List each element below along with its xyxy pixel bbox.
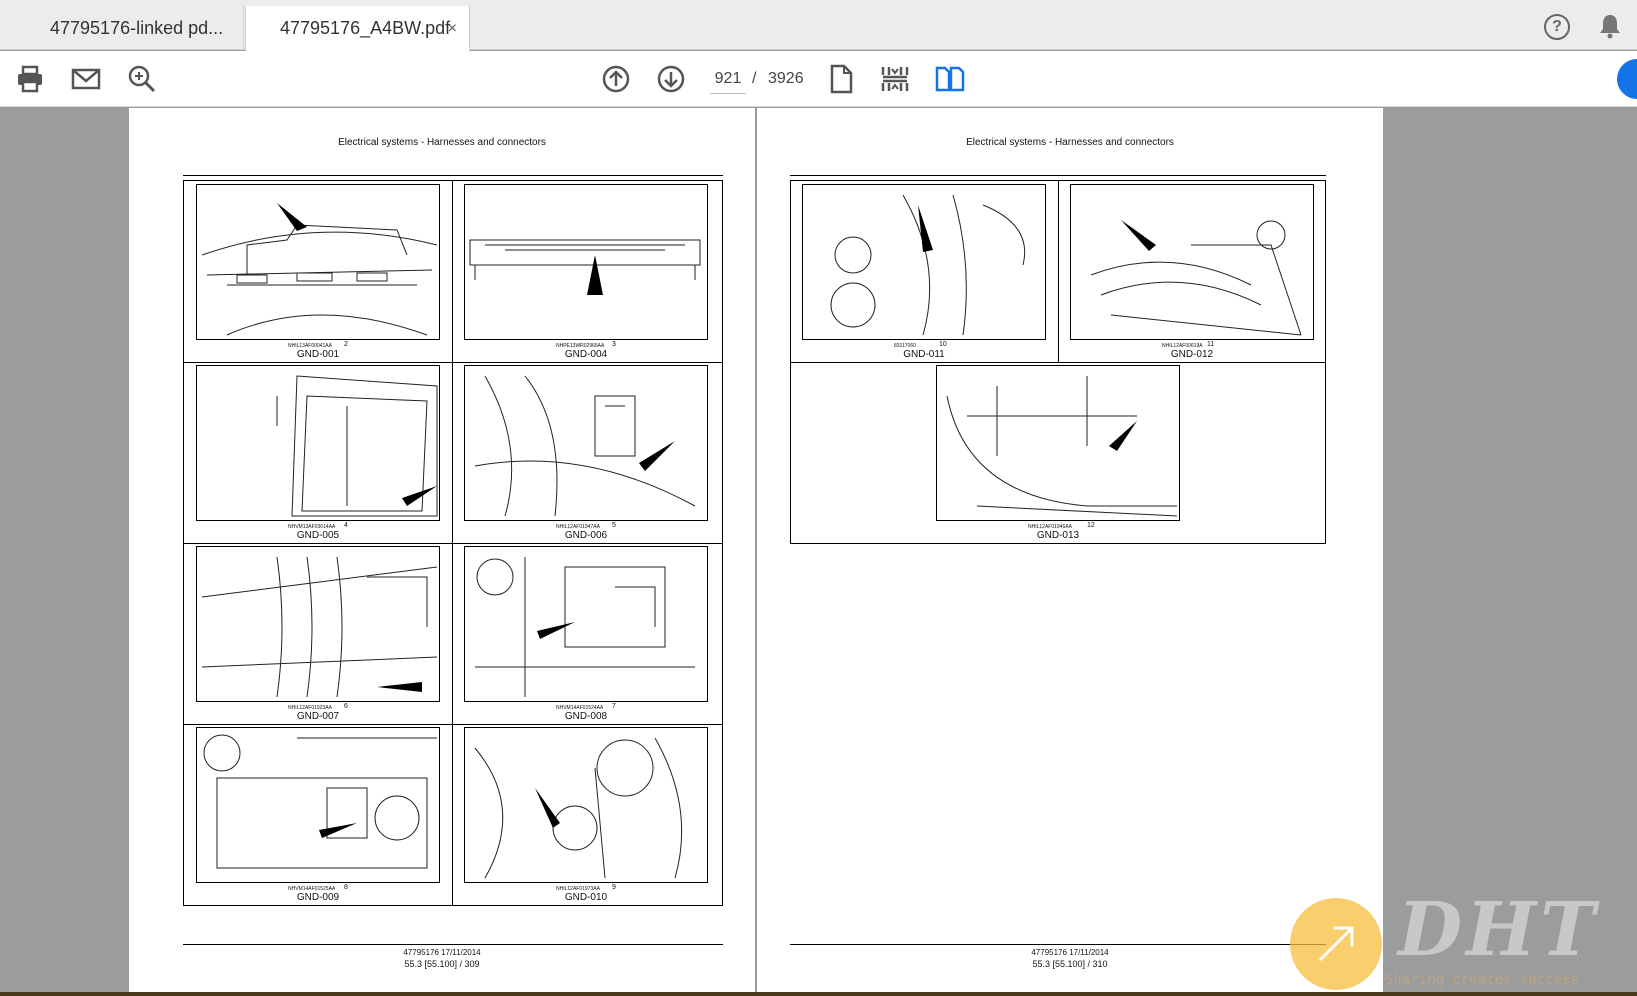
help-icon[interactable]: ?: [1544, 14, 1570, 40]
page-total: 3926: [768, 70, 804, 87]
figure-number: 7: [612, 703, 616, 710]
page-up-icon[interactable]: [598, 61, 634, 97]
figure-label: GND-013: [1036, 530, 1080, 541]
figure-table: 83117060 10 GND-011 NHIL12AF00619A 11 GN…: [790, 180, 1326, 544]
close-icon[interactable]: ×: [448, 20, 457, 38]
page-number-input[interactable]: 921: [710, 64, 746, 94]
bottom-strip: [0, 992, 1637, 996]
figure-drawing: [196, 365, 440, 521]
watermark-logo-icon: [1290, 898, 1382, 990]
figure-number: 9: [612, 884, 616, 891]
figure-drawing: [464, 727, 708, 883]
two-page-icon[interactable]: [932, 61, 968, 97]
figure-label: GND-008: [564, 711, 608, 722]
grid-line: [791, 362, 1325, 363]
figure-label: GND-009: [296, 892, 340, 903]
figure-drawing: [196, 184, 440, 340]
grid-line: [184, 362, 722, 363]
email-icon[interactable]: [68, 61, 104, 97]
footer-doc: 47795176 17/11/2014: [403, 948, 481, 957]
figure-drawing: [464, 365, 708, 521]
figure-table: NHIL13AF00041AA 2 GND-001 NHPE13WR02966A…: [183, 180, 723, 906]
figure-label: GND-007: [296, 711, 340, 722]
watermark-brand: DHT: [1398, 887, 1600, 973]
toolbar: 921 / 3926: [0, 51, 1637, 107]
grid-line: [184, 724, 722, 725]
figure-number: 4: [344, 522, 348, 529]
figure-number: 8: [344, 884, 348, 891]
pdf-page-left: Electrical systems - Harnesses and conne…: [129, 108, 755, 996]
header-rule: [183, 175, 723, 176]
footer-rule: [183, 944, 723, 945]
figure-number: 6: [344, 703, 348, 710]
figure-number: 10: [939, 341, 947, 348]
figure-label: GND-011: [903, 349, 945, 360]
tab-a4bw-pdf[interactable]: 47795176_A4BW.pdf ×: [245, 6, 470, 51]
figure-number: 5: [612, 522, 616, 529]
tab-label: 47795176-linked pd...: [50, 17, 224, 38]
figure-number: 2: [344, 341, 348, 348]
tab-label: 47795176_A4BW.pdf: [280, 18, 451, 38]
figure-drawing: [196, 727, 440, 883]
pdf-page-right: Electrical systems - Harnesses and conne…: [757, 108, 1383, 996]
fit-page-icon[interactable]: [877, 61, 913, 97]
figure-number: 11: [1207, 341, 1215, 348]
figure-label: GND-001: [296, 349, 340, 360]
figure-drawing: [1070, 184, 1314, 340]
figure-drawing: [936, 365, 1180, 521]
grid-line: [1058, 181, 1059, 362]
figure-label: GND-006: [564, 530, 608, 541]
zoom-search-icon[interactable]: [124, 61, 160, 97]
figure-label: GND-012: [1170, 349, 1214, 360]
figure-label: GND-004: [564, 349, 608, 360]
footer-page-ref: 55.3 [55.100] / 309: [404, 959, 480, 969]
grid-line: [184, 543, 722, 544]
footer-rule: [790, 944, 1326, 945]
tab-linked-pdf[interactable]: 47795176-linked pd...: [18, 6, 244, 50]
figure-drawing: [196, 546, 440, 702]
figure-drawing: [802, 184, 1046, 340]
figure-number: 3: [612, 341, 616, 348]
header-rule: [790, 175, 1326, 176]
print-icon[interactable]: [12, 61, 48, 97]
watermark-slogan: Sharing creates success: [1385, 972, 1579, 988]
bell-icon[interactable]: [1596, 12, 1624, 40]
figure-drawing: [464, 184, 708, 340]
figure-drawing: [464, 546, 708, 702]
page-header: Electrical systems - Harnesses and conne…: [338, 137, 546, 148]
figure-number: 12: [1087, 522, 1095, 529]
tab-bar: 47795176-linked pd... 47795176_A4BW.pdf …: [0, 0, 1637, 51]
figure-label: GND-010: [564, 892, 608, 903]
page-down-icon[interactable]: [653, 61, 689, 97]
page-header: Electrical systems - Harnesses and conne…: [966, 137, 1174, 148]
page-separator: /: [752, 70, 757, 87]
figure-label: GND-005: [296, 530, 340, 541]
single-page-icon[interactable]: [823, 61, 859, 97]
